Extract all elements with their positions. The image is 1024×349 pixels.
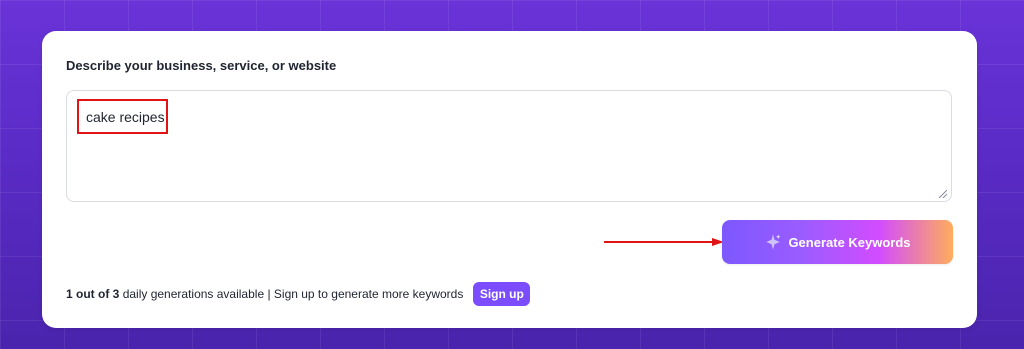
generate-keywords-button[interactable]: Generate Keywords [722,220,953,264]
sparkles-icon [766,234,781,250]
business-description-input[interactable]: cake recipes [66,90,952,202]
generation-status-text: 1 out of 3 daily generations available |… [66,287,463,301]
annotation-highlight-box [77,99,168,134]
generation-status: 1 out of 3 daily generations available |… [66,282,531,306]
textarea-resize-handle[interactable] [939,190,947,198]
signup-button[interactable]: Sign up [473,282,531,306]
annotation-arrow-icon [604,238,724,246]
generate-keywords-label: Generate Keywords [788,234,911,250]
generation-status-message: daily generations available | Sign up to… [122,287,464,301]
keyword-generator-card: Describe your business, service, or webs… [42,31,977,328]
business-description-label: Describe your business, service, or webs… [66,58,337,73]
generation-count: 1 out of 3 [66,287,120,301]
